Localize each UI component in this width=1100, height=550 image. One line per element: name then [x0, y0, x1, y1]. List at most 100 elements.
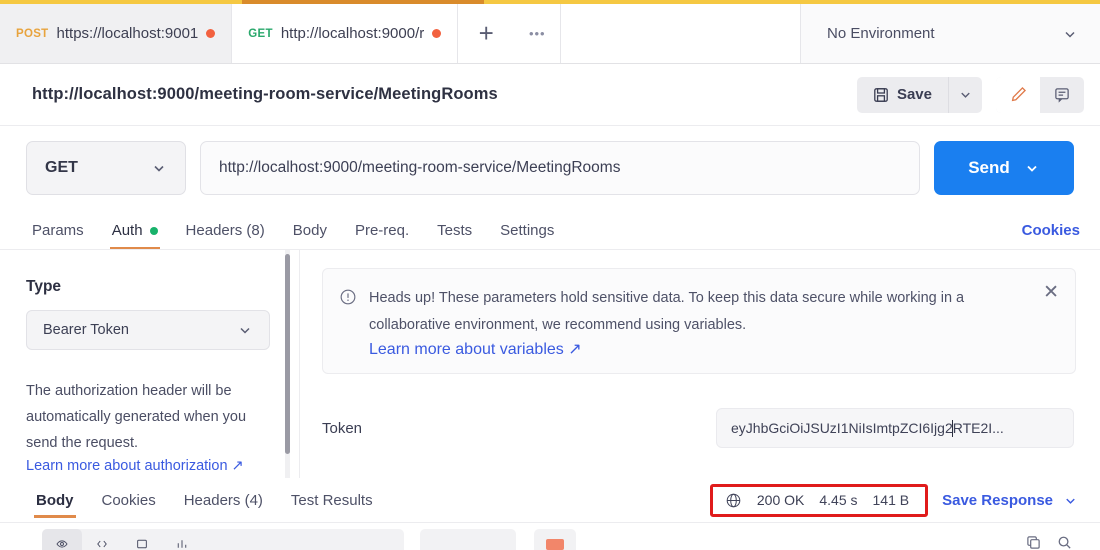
save-response-label: Save Response [942, 491, 1053, 509]
response-size: 141 B [872, 492, 910, 508]
more-tabs-button[interactable]: ••• [514, 4, 561, 63]
response-bar: Body Cookies Headers (4) Test Results 20… [0, 478, 1100, 523]
tab-method-label: GET [248, 27, 273, 40]
request-title-row: http://localhost:9000/meeting-room-servi… [0, 64, 1100, 126]
response-tab-body[interactable]: Body [22, 483, 88, 518]
scrollbar-thumb[interactable] [285, 254, 290, 454]
tab-pre-request[interactable]: Pre-req. [343, 222, 421, 249]
preview-view-button[interactable] [122, 529, 162, 550]
alert-circle-icon [339, 288, 357, 359]
chevron-down-icon [1024, 160, 1040, 176]
tab-bar-filler [560, 4, 800, 63]
postman-window: POST https://localhost:9001 GET http://l… [0, 0, 1100, 550]
response-status-highlight: 200 OK 4.45 s 141 B [709, 483, 929, 517]
environment-selector[interactable]: No Environment [800, 4, 1100, 63]
tab-settings[interactable]: Settings [488, 222, 566, 249]
save-response-button[interactable]: Save Response [942, 492, 1078, 509]
status-code: 200 OK [756, 492, 805, 508]
tab-label: Settings [500, 222, 555, 239]
chevron-down-icon [151, 160, 167, 176]
token-row: Token eyJhbGciOiJSUzI1NiIsImtpZCI6Ijg2RT… [322, 408, 1076, 448]
globe-icon [725, 492, 742, 509]
response-status-group: 200 OK 4.45 s 141 B Save Response [709, 483, 1078, 517]
tab-label: Pre-req. [354, 222, 410, 239]
code-icon [96, 538, 108, 550]
response-format-select[interactable] [420, 529, 516, 550]
response-time: 4.45 s [819, 492, 858, 508]
comments-button[interactable] [1040, 77, 1084, 113]
visualize-view-button[interactable] [162, 529, 202, 550]
auth-learn-more-link[interactable]: Learn more about authorization ↗ [26, 458, 244, 474]
chevron-down-icon [1062, 26, 1078, 42]
tab-label: Auth [111, 222, 143, 239]
raw-view-button[interactable] [82, 529, 122, 550]
response-highlight-button[interactable] [534, 529, 576, 550]
environment-label: No Environment [827, 25, 935, 42]
save-dropdown-button[interactable] [948, 76, 982, 113]
url-input[interactable]: http://localhost:9000/meeting-room-servi… [200, 141, 920, 195]
token-input-value: eyJhbGciOiJSUzI1NiIsImtpZCI6Ijg2RTE2I... [731, 420, 1004, 436]
tab-tests[interactable]: Tests [425, 222, 484, 249]
floppy-disk-icon [873, 87, 889, 103]
chevron-down-icon [1063, 493, 1078, 508]
request-title-actions: Save [856, 76, 1084, 113]
auth-type-panel: Type Bearer Token The authorization head… [0, 250, 300, 478]
http-method-select[interactable]: GET [26, 141, 186, 195]
auth-active-dot-icon [149, 226, 158, 235]
response-tab-headers[interactable]: Headers (4) [170, 483, 277, 518]
auth-type-select[interactable]: Bearer Token [26, 310, 270, 350]
panel-divider [299, 250, 300, 478]
save-group: Save [856, 76, 982, 113]
http-method-value: GET [45, 159, 78, 176]
tab-url-label: http://localhost:9000/r [280, 25, 425, 42]
eye-icon [56, 538, 68, 550]
send-label: Send [968, 158, 1010, 177]
tab-body[interactable]: Body [281, 222, 339, 249]
auth-panel: Type Bearer Token The authorization head… [0, 250, 1100, 478]
tab-auth[interactable]: Auth [100, 222, 170, 249]
response-view-mode-group [42, 529, 404, 550]
tab-headers[interactable]: Headers (8) [174, 222, 277, 249]
notice-learn-more-link[interactable]: Learn more about variables ↗ [369, 339, 1027, 359]
close-icon[interactable]: ✕ [1043, 283, 1059, 302]
auth-panel-scrollbar[interactable] [285, 250, 290, 478]
auth-detail-panel: Heads up! These parameters hold sensitiv… [300, 250, 1100, 478]
tab-label: Headers (8) [185, 222, 265, 239]
edit-request-button[interactable] [996, 76, 1040, 113]
auth-description: The authorization header will be automat… [26, 383, 247, 451]
cookies-link[interactable]: Cookies [1022, 222, 1080, 249]
tab-label: Test Results [290, 491, 373, 509]
token-input[interactable]: eyJhbGciOiJSUzI1NiIsImtpZCI6Ijg2RTE2I... [716, 408, 1074, 448]
request-tab-post[interactable]: POST https://localhost:9001 [0, 4, 233, 63]
document-icon [1053, 86, 1071, 104]
preview-icon [136, 538, 148, 550]
tab-bar: POST https://localhost:9001 GET http://l… [0, 4, 1100, 64]
chevron-down-icon [958, 87, 973, 102]
tab-label: Tests [437, 222, 473, 239]
sensitive-data-notice: Heads up! These parameters hold sensitiv… [322, 268, 1076, 374]
request-tab-get[interactable]: GET http://localhost:9000/r [232, 4, 459, 63]
view-mode-toggle [996, 76, 1084, 113]
new-tab-button[interactable]: + [458, 4, 515, 63]
auth-type-label: Type [26, 278, 62, 295]
response-tab-test-results[interactable]: Test Results [277, 483, 387, 518]
highlight-chip-icon [546, 538, 564, 550]
tab-label: Cookies [101, 491, 156, 509]
search-icon[interactable] [1057, 535, 1072, 550]
tab-label: Body [292, 222, 327, 239]
token-label: Token [322, 419, 363, 437]
unsaved-dot-icon [206, 29, 216, 38]
tab-label: Params [32, 222, 84, 239]
tab-params[interactable]: Params [20, 222, 96, 249]
response-body-actions [1026, 535, 1072, 550]
copy-icon[interactable] [1026, 535, 1041, 550]
response-tab-cookies[interactable]: Cookies [88, 483, 170, 518]
url-bar-row: GET http://localhost:9000/meeting-room-s… [0, 126, 1100, 210]
tab-label: Body [36, 491, 74, 509]
pretty-view-button[interactable] [42, 529, 82, 550]
response-body-toolbar [0, 523, 1100, 550]
save-button[interactable]: Save [856, 76, 948, 113]
notice-text: Heads up! These parameters hold sensitiv… [369, 290, 965, 333]
page-title: http://localhost:9000/meeting-room-servi… [32, 85, 498, 103]
send-button[interactable]: Send [934, 141, 1074, 195]
